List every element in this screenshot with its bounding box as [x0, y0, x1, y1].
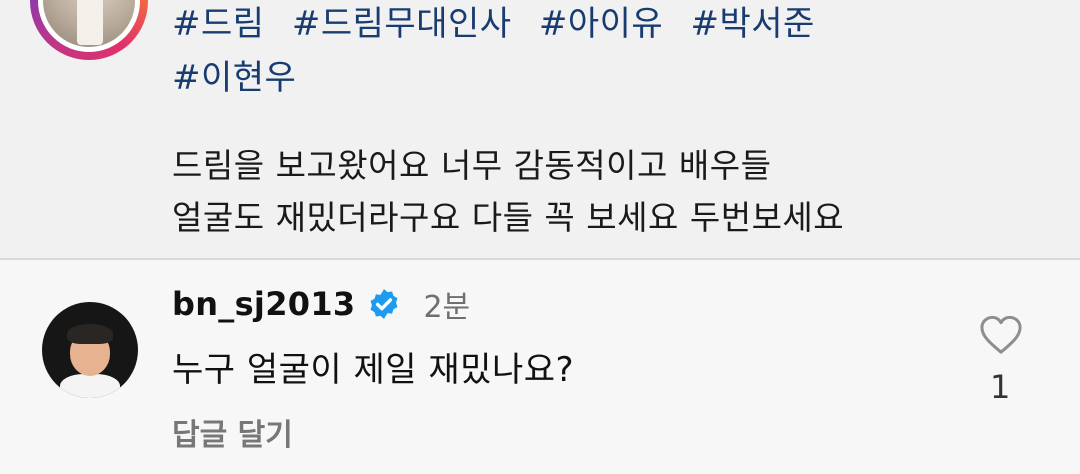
comment-header: bn_sj2013 2분: [172, 282, 470, 326]
hashtag-link[interactable]: #아이유: [539, 4, 663, 44]
heart-outline-icon[interactable]: [978, 314, 1024, 356]
hashtag-line-1: #드림 #드림무대인사 #아이유 #박서준: [172, 0, 1032, 54]
comment-item: bn_sj2013 2분 누구 얼굴이 제일 재밌나요? 답글 달기 1: [0, 260, 1080, 474]
comment-text: 누구 얼굴이 제일 재밌나요?: [172, 350, 575, 390]
avatar-photo: [43, 0, 135, 47]
hashtag-line-2: #이현우: [172, 54, 1032, 108]
hashtag-link[interactable]: #드림무대인사: [292, 4, 512, 44]
caption-text: 드림을 보고왔어요 너무 감동적이고 배우들 얼굴도 재밌더라구요 다들 꼭 보…: [172, 140, 1032, 244]
comment-username[interactable]: bn_sj2013: [172, 285, 355, 323]
hashtags: #드림 #드림무대인사 #아이유 #박서준 #이현우: [172, 0, 1032, 108]
post-author-avatar[interactable]: [30, 0, 148, 60]
reply-button[interactable]: 답글 달기: [172, 410, 293, 454]
commenter-avatar[interactable]: [42, 302, 138, 398]
hashtag-link[interactable]: #이현우: [172, 58, 296, 98]
like-count: 1: [990, 368, 1011, 406]
hashtag-link[interactable]: #박서준: [691, 4, 815, 44]
caption-line: 드림을 보고왔어요 너무 감동적이고 배우들: [172, 146, 772, 185]
post-caption-area: #드림 #드림무대인사 #아이유 #박서준 #이현우 드림을 보고왔어요 너무 …: [0, 0, 1080, 258]
verified-badge-icon: [371, 289, 398, 319]
caption-line: 얼굴도 재밌더라구요 다들 꼭 보세요 두번보세요: [172, 198, 845, 237]
comment-time: 2분: [423, 290, 471, 325]
hashtag-link[interactable]: #드림: [172, 4, 265, 44]
